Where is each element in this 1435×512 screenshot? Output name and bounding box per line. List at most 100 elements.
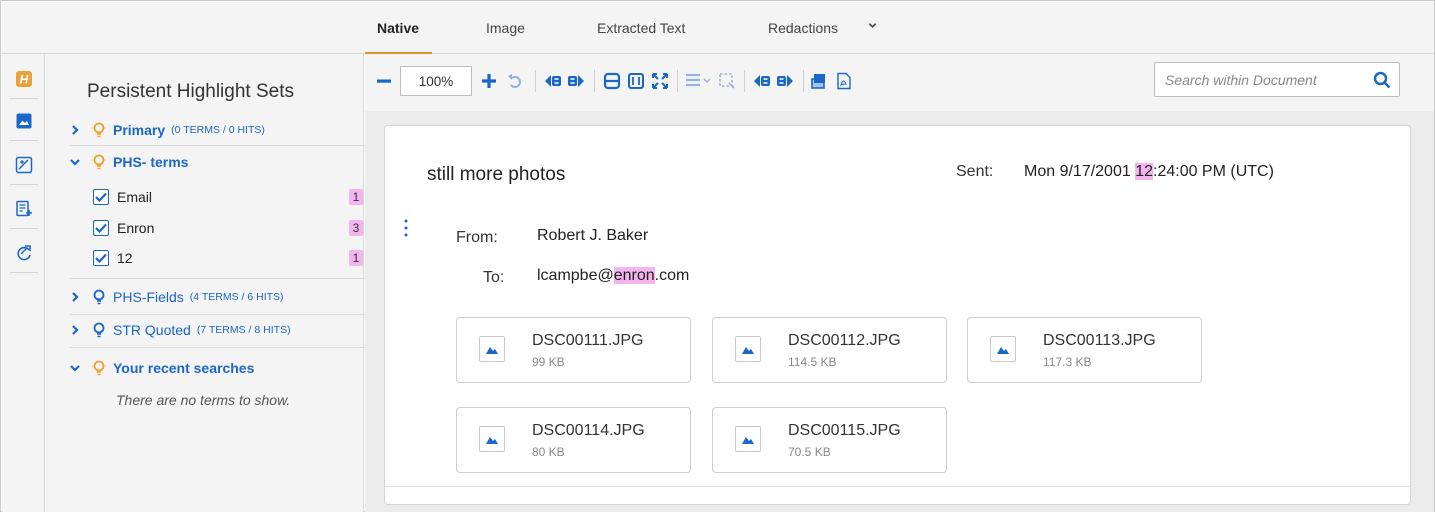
document-viewport: still more photos Sent: Mon 9/17/2001 12… (365, 111, 1434, 512)
highlight-sets-icon[interactable]: H (9, 66, 39, 92)
zoom-level-input[interactable]: 100% (400, 66, 472, 96)
refresh-icon[interactable] (9, 240, 39, 266)
tab-native[interactable]: Native (364, 2, 433, 55)
sent-text: :24:00 PM (UTC) (1153, 163, 1274, 180)
attachment-card[interactable]: DSC00111.JPG 99 KB (456, 317, 691, 383)
panel-title: Persistent Highlight Sets (87, 81, 294, 102)
set-divider (69, 347, 370, 348)
viewer-tab-bar: Native Image Extracted Text Redactions (2, 2, 1434, 55)
term-label: 12 (117, 250, 133, 266)
attachment-name: DSC00115.JPG (788, 422, 901, 439)
lightbulb-icon (93, 322, 105, 338)
empty-terms-message: There are no terms to show. (116, 392, 291, 408)
term-checkbox[interactable] (93, 189, 109, 205)
sent-value: Mon 9/17/2001 12:24:00 PM (UTC) (1024, 163, 1274, 181)
set-divider (69, 278, 370, 279)
fit-width-icon[interactable] (602, 69, 622, 93)
toolbar-divider (535, 70, 536, 92)
set-divider (69, 145, 370, 146)
print-icon[interactable] (810, 69, 830, 93)
term-checkbox[interactable] (93, 250, 109, 266)
toolbar-divider (677, 70, 678, 92)
document-search (1154, 62, 1400, 97)
fit-page-icon[interactable] (626, 69, 646, 93)
document-search-input[interactable] (1155, 63, 1365, 96)
from-value: Robert J. Baker (537, 227, 649, 244)
more-options-icon[interactable] (402, 218, 410, 238)
highlight-set-recent-searches[interactable]: Your recent searches (69, 357, 254, 379)
image-file-icon (735, 336, 761, 362)
rail-divider (10, 140, 38, 141)
search-icon[interactable] (1373, 71, 1391, 89)
next-redaction-icon[interactable] (775, 69, 795, 93)
add-note-icon[interactable] (9, 196, 39, 222)
chevron-right-icon (72, 292, 79, 302)
chevron-down-icon (70, 365, 80, 372)
email-page: still more photos Sent: Mon 9/17/2001 12… (384, 125, 1411, 505)
next-hit-icon[interactable] (566, 69, 586, 93)
set-name: PHS-Fields (113, 289, 184, 305)
side-rail: H (2, 54, 45, 512)
sent-text: Mon 9/17/2001 (1024, 163, 1136, 180)
fullscreen-icon[interactable] (650, 69, 670, 93)
toolbar-divider (744, 70, 745, 92)
highlight-set-str-quoted[interactable]: STR Quoted (7 TERMS / 8 HITS) (69, 319, 291, 341)
rail-divider (10, 98, 38, 99)
rail-divider (10, 272, 38, 273)
page-layout-dropdown-icon[interactable] (683, 69, 715, 93)
highlight-set-primary[interactable]: Primary (0 TERMS / 0 HITS) (69, 119, 265, 141)
tab-redactions[interactable]: Redactions (768, 2, 838, 54)
select-area-icon[interactable] (717, 69, 737, 93)
undo-icon[interactable] (504, 71, 526, 91)
term-label: Enron (117, 220, 155, 236)
term-label: Email (117, 189, 153, 205)
from-label: From: (456, 229, 498, 246)
term-hit-count: 1 (349, 189, 363, 205)
highlight-sets-panel: Persistent Highlight Sets Primary (0 TER… (45, 54, 370, 512)
attachment-name: DSC00112.JPG (788, 332, 901, 349)
attachment-card[interactable]: DSC00113.JPG 117.3 KB (967, 317, 1202, 383)
attachment-size: 80 KB (532, 445, 565, 459)
to-label: To: (483, 269, 505, 286)
lightbulb-icon (92, 154, 106, 170)
pdf-icon[interactable] (834, 69, 854, 93)
toolbar-divider (803, 70, 804, 92)
term-row-email: Email 1 (93, 186, 363, 208)
highlight-set-phs-fields[interactable]: PHS-Fields (4 TERMS / 6 HITS) (69, 286, 284, 308)
term-row-12: 12 1 (93, 247, 363, 269)
previous-redaction-icon[interactable] (752, 69, 772, 93)
set-divider (69, 314, 370, 315)
checkmark-icon (95, 253, 107, 263)
attachment-card[interactable]: DSC00114.JPG 80 KB (456, 407, 691, 473)
zoom-in-icon[interactable] (478, 71, 500, 91)
search-hit-highlight: enron (613, 267, 655, 284)
term-hit-count: 1 (349, 250, 363, 266)
chevron-down-icon (70, 159, 80, 166)
sent-label: Sent: (956, 163, 994, 180)
attachment-card[interactable]: DSC00115.JPG 70.5 KB (712, 407, 947, 473)
zoom-out-icon[interactable] (373, 71, 395, 91)
image-file-icon (990, 336, 1016, 362)
chevron-right-icon (72, 325, 79, 335)
image-file-icon (735, 426, 761, 452)
image-file-icon (479, 336, 505, 362)
lightbulb-icon (92, 122, 106, 138)
image-icon[interactable] (9, 108, 39, 134)
chevron-down-icon[interactable] (868, 21, 877, 30)
highlight-set-phs-terms[interactable]: PHS- terms (69, 151, 188, 173)
attachment-card[interactable]: DSC00112.JPG 114.5 KB (712, 317, 947, 383)
set-name: Your recent searches (113, 360, 255, 376)
viewer-toolbar: 100% (365, 54, 1434, 111)
attachment-name: DSC00113.JPG (1043, 332, 1156, 349)
set-name: Primary (113, 122, 166, 138)
previous-hit-icon[interactable] (543, 69, 563, 93)
attachment-size: 70.5 KB (788, 445, 831, 459)
term-checkbox[interactable] (93, 220, 109, 236)
compare-image-icon[interactable] (9, 152, 39, 178)
tab-extracted-text[interactable]: Extracted Text (597, 2, 685, 54)
email-subject: still more photos (427, 164, 566, 185)
set-name: PHS- terms (113, 154, 189, 170)
image-file-icon (479, 426, 505, 452)
tab-image[interactable]: Image (486, 2, 525, 54)
attachment-name: DSC00114.JPG (532, 422, 645, 439)
